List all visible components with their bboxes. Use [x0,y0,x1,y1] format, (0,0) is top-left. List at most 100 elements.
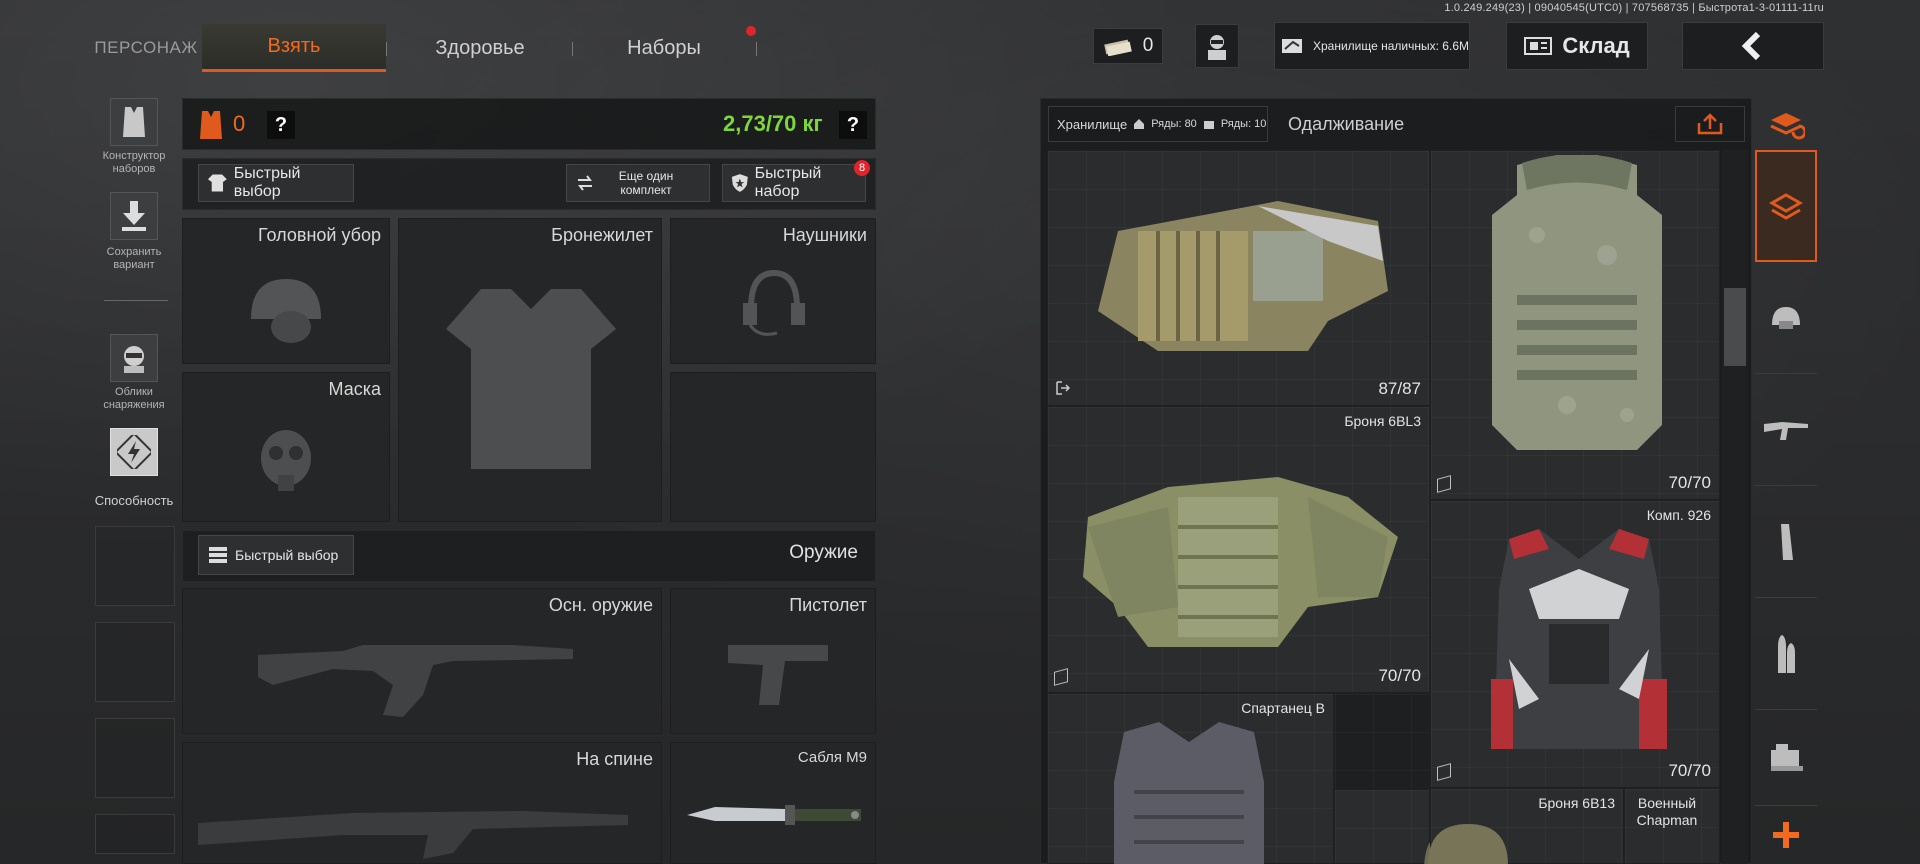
save-variant-button[interactable] [110,192,158,240]
back-button[interactable] [1682,22,1824,70]
melee-slot[interactable]: Сабля M9 [670,742,876,864]
kit-builder-label: Конструктор наборов [102,150,166,175]
cash-count: 0 [1142,35,1154,56]
rail-divider [104,300,168,301]
warehouse-button[interactable]: Склад [1506,22,1648,70]
cash-storage-button[interactable]: Хранилище наличных: 6.6M [1274,22,1470,70]
attachment-icon [1771,743,1803,771]
digital-camo-vest-item-icon [1083,477,1398,647]
ammo-stack-icon [209,547,227,563]
warehouse-icon [1524,37,1553,55]
vest-label: Бронежилет [551,225,653,245]
storage-rows-secondary: Ряды: 10 [1220,118,1267,130]
storage-item[interactable]: 70/70 [1430,150,1720,500]
tab-separator [756,42,757,56]
back-slot[interactable]: На спине [182,742,662,864]
gear-looks-button[interactable] [110,334,158,382]
cash-counter[interactable]: 0 [1093,28,1163,64]
tab-health[interactable]: Здоровье [400,24,560,72]
ability-button[interactable] [110,428,158,476]
notification-dot [746,26,756,36]
camo-vest-item-icon [1492,155,1662,450]
empty-rail-slot[interactable] [95,814,175,854]
storage-item[interactable]: Броня 6BL3 70/70 [1047,406,1430,693]
equip-arrow-icon [1056,381,1070,395]
weight-readout: 2,73/70 кг [723,111,823,136]
soldier-head-icon [124,346,144,373]
item-name: Спартанец B [1241,700,1325,716]
empty-rail-slot[interactable] [95,718,175,798]
category-magazines[interactable] [1755,486,1817,598]
headphones-slot[interactable]: Наушники [670,218,876,364]
pistol-label: Пистолет [789,595,867,615]
download-icon [122,201,146,231]
storage-tab[interactable]: Хранилище Ряды: 80 Ряды: 10 [1048,106,1268,142]
tab-take[interactable]: Взять [202,24,386,72]
stack-icon [1769,193,1803,220]
category-ammo[interactable] [1755,598,1817,710]
weapons-quick-pick-button[interactable]: Быстрый выбор [198,535,354,575]
tab-character[interactable]: ПЕРСОНАЖ [94,24,197,72]
extra-gear-slot[interactable] [670,372,876,522]
item-name: Военный Chapman [1636,795,1698,828]
loadout-header: 0 ? 2,73/70 кг ? [182,98,876,150]
sort-button[interactable] [1675,106,1745,142]
operator-avatar-icon [1208,35,1226,60]
storage-item[interactable]: 87/87 [1047,150,1430,406]
bayonet-knife-icon [687,805,861,825]
tab-separator [386,42,387,56]
cash-storage-icon [1282,39,1302,53]
another-kit-button[interactable]: Еще один комплект [566,164,710,202]
storage-cube-icon [1437,475,1451,493]
empty-storage-cell[interactable] [1334,693,1430,789]
category-all[interactable] [1755,98,1817,152]
avatar-button[interactable] [1195,24,1239,68]
back-arrow-icon [1741,31,1761,61]
storage-cube-icon [1054,668,1068,686]
vest-slot[interactable]: Бронежилет [398,218,662,522]
tab-sets[interactable]: Наборы [586,24,742,72]
borrowing-tab[interactable]: Одалживание [1268,106,1428,142]
empty-rail-slot[interactable] [95,622,175,702]
pistol-slot[interactable]: Пистолет [670,588,876,734]
headgear-slot[interactable]: Головной убор [182,218,390,364]
storage-item[interactable]: Комп. 926 70/70 [1430,500,1720,788]
helmet-icon [1772,306,1800,329]
kit-builder-button[interactable] [110,98,158,146]
primary-weapon-slot[interactable]: Осн. оружие [182,588,662,734]
round-helmet-item-icon [1428,824,1508,864]
category-add[interactable] [1755,806,1817,864]
gas-mask-icon [261,430,311,491]
quick-set-button[interactable]: Быстрый набор [722,164,866,202]
storage-item[interactable]: Броня 6B13 [1428,788,1624,864]
item-name: Броня 6B13 [1538,795,1615,811]
storage-scroll-thumb[interactable] [1724,288,1746,366]
tactical-vest-item-icon [1098,201,1388,351]
vest-icon [123,107,145,137]
storage-item[interactable]: Военный Chapman [1624,788,1720,864]
mask-label: Маска [328,379,382,399]
primary-weapon-label: Осн. оружие [548,595,653,615]
layers-refresh-icon [1770,112,1805,139]
item-name: Комп. 926 [1646,507,1711,523]
weight-help-icon[interactable]: ? [839,111,867,139]
storage-item[interactable]: Спартанец B [1047,693,1334,864]
empty-rail-slot[interactable] [95,526,175,606]
category-attachments[interactable] [1755,710,1817,806]
category-armor[interactable] [1755,150,1817,262]
mask-slot[interactable]: Маска [182,372,390,522]
storage-label: Хранилище [1057,116,1128,132]
quick-pick-button[interactable]: Быстрый выбор [198,164,354,202]
help-icon[interactable]: ? [267,111,295,139]
category-weapons[interactable] [1755,374,1817,486]
storage-scroll-track[interactable] [1722,150,1748,864]
box-icon [1203,121,1214,129]
melee-label: Сабля M9 [797,749,867,766]
storage-rows-main: Ряды: 80 [1151,118,1197,130]
plus-icon [1773,822,1799,848]
category-helmets[interactable] [1755,262,1817,374]
ability-label: Способность [94,493,174,508]
storage-item[interactable] [1334,789,1504,864]
headset-icon [743,269,805,336]
cash-storage-label: Хранилище наличных: 6.6M [1313,39,1469,53]
